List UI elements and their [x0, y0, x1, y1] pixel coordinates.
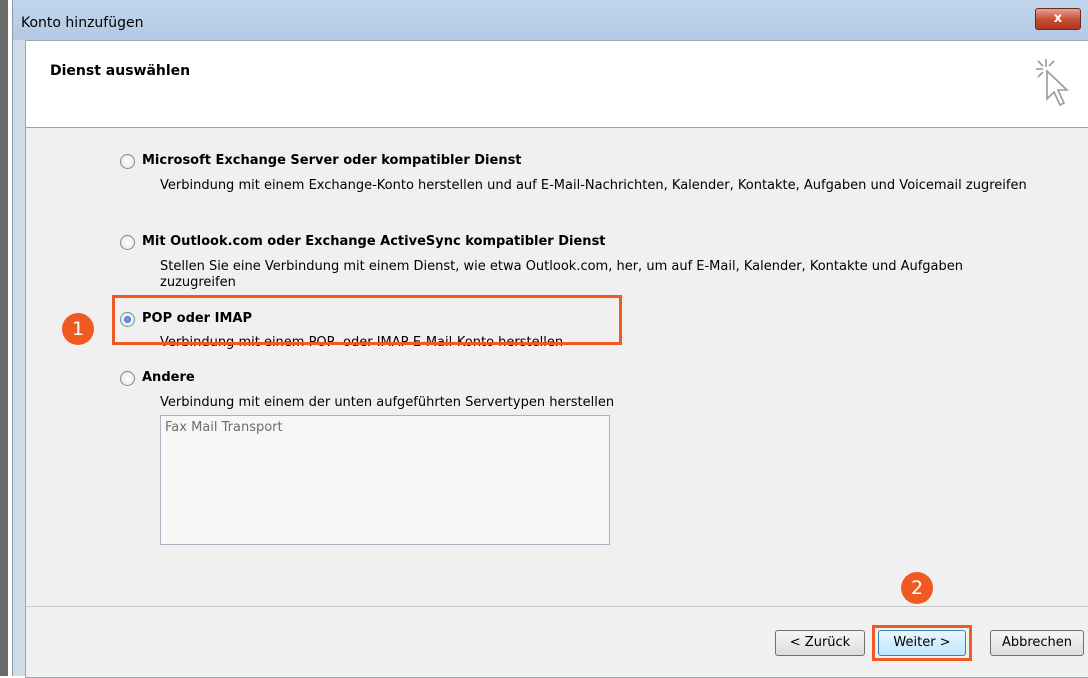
page-title: Dienst auswählen — [50, 63, 191, 79]
option-exchange-label[interactable]: Microsoft Exchange Server oder kompatibl… — [142, 153, 522, 168]
highlight-pop-imap — [112, 295, 622, 345]
background-strip — [0, 0, 8, 676]
title-bar[interactable]: Konto hinzufügen x — [13, 0, 1088, 40]
window-title: Konto hinzufügen — [21, 15, 144, 31]
footer-divider — [26, 606, 1088, 607]
list-item[interactable]: Fax Mail Transport — [165, 420, 283, 435]
next-button[interactable]: Weiter > — [878, 630, 966, 656]
server-type-list[interactable]: Fax Mail Transport — [160, 415, 610, 545]
cancel-button[interactable]: Abbrechen — [990, 630, 1084, 656]
dialog-content: Dienst auswählen Microsoft Exchange Serv… — [25, 40, 1088, 678]
option-other-description: Verbindung mit einem der unten aufgeführ… — [160, 395, 615, 410]
radio-exchange[interactable] — [120, 154, 135, 169]
option-exchange-description: Verbindung mit einem Exchange-Konto hers… — [160, 178, 1027, 193]
option-activesync-description: Stellen Sie eine Verbindung mit einem Di… — [160, 259, 963, 290]
step-badge-2: 2 — [901, 572, 933, 604]
radio-activesync[interactable] — [120, 235, 135, 250]
radio-other[interactable] — [120, 371, 135, 386]
wizard-header: Dienst auswählen — [26, 41, 1088, 128]
option-other-label[interactable]: Andere — [142, 370, 195, 385]
step-badge-1: 1 — [62, 313, 94, 345]
option-activesync-label[interactable]: Mit Outlook.com oder Exchange ActiveSync… — [142, 234, 606, 249]
back-button[interactable]: < Zurück — [775, 630, 865, 656]
close-button[interactable]: x — [1035, 8, 1081, 30]
add-account-dialog: Konto hinzufügen x Dienst auswählen Micr… — [12, 0, 1088, 678]
cursor-click-icon — [1036, 59, 1070, 107]
